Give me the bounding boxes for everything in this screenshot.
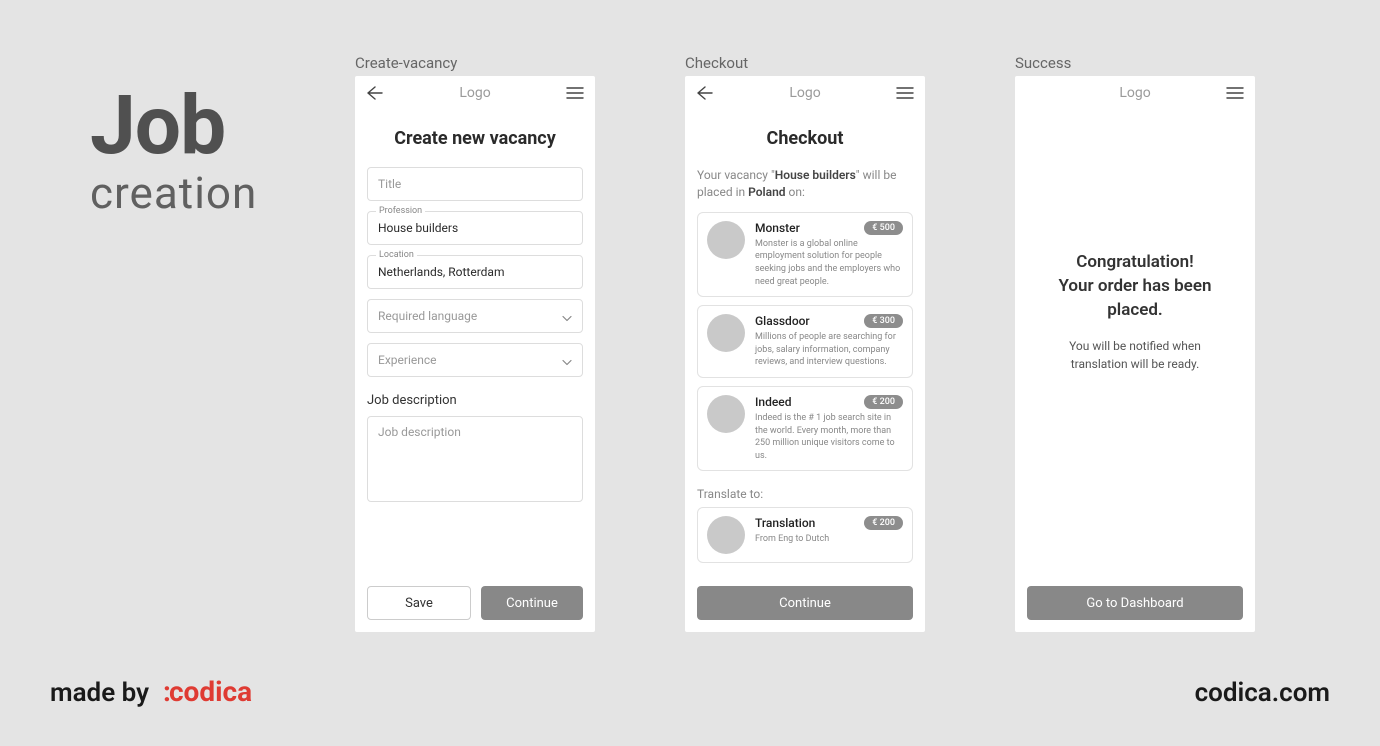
menu-icon[interactable] (565, 86, 585, 100)
job-description-placeholder: Job description (378, 425, 461, 439)
location-value: Netherlands, Rotterdam (378, 265, 505, 279)
codica-url: codica.com (1195, 678, 1330, 708)
screen-label-success: Success (1015, 54, 1255, 72)
title-placeholder: Title (378, 177, 401, 191)
phone-checkout: Logo Checkout Your vacancy "House builde… (685, 76, 925, 632)
made-by-label: made by (50, 678, 149, 708)
item-desc: Monster is a global online employment so… (755, 238, 903, 288)
price-badge: € 200 (864, 395, 903, 409)
page-title: Create new vacancy (367, 128, 583, 149)
job-description-label: Job description (367, 393, 583, 408)
location-field[interactable]: Location Netherlands, Rotterdam (367, 255, 583, 289)
avatar (707, 221, 745, 259)
title-field[interactable]: Title (367, 167, 583, 201)
save-button[interactable]: Save (367, 586, 471, 620)
back-icon[interactable] (365, 86, 385, 100)
language-placeholder: Required language (378, 309, 477, 323)
menu-icon[interactable] (1225, 86, 1245, 100)
item-title: Translation (755, 516, 815, 530)
logo-text: Logo (1119, 85, 1150, 101)
item-desc: Indeed is the # 1 job search site in the… (755, 412, 903, 462)
heading-line2: creation (90, 169, 257, 217)
avatar (707, 395, 745, 433)
back-icon[interactable] (695, 86, 715, 100)
heading-line1: Job (90, 85, 257, 167)
item-title: Monster (755, 221, 800, 235)
chevron-down-icon (562, 307, 572, 326)
checkout-item-translation[interactable]: Translation € 200 From Eng to Dutch (697, 507, 913, 563)
phone-create-vacancy: Logo Create new vacancy Title Profession… (355, 76, 595, 632)
translate-label: Translate to: (697, 487, 913, 501)
checkout-item-indeed[interactable]: Indeed € 200 Indeed is the # 1 job searc… (697, 386, 913, 471)
continue-button[interactable]: Continue (697, 586, 913, 620)
checkout-item-glassdoor[interactable]: Glassdoor € 300 Millions of people are s… (697, 305, 913, 378)
job-description-textarea[interactable]: Job description (367, 416, 583, 502)
logo-text: Logo (789, 85, 820, 101)
item-title: Glassdoor (755, 314, 810, 328)
price-badge: € 300 (864, 314, 903, 328)
experience-select[interactable]: Experience (367, 343, 583, 377)
price-badge: € 200 (864, 516, 903, 530)
phone-success: Logo Congratulation!Your order has been … (1015, 76, 1255, 632)
profession-value: House builders (378, 221, 458, 235)
item-desc: Millions of people are searching for job… (755, 331, 903, 369)
page-title: Checkout (697, 128, 913, 149)
screen-label-checkout: Checkout (685, 54, 925, 72)
experience-placeholder: Experience (378, 353, 437, 367)
profession-label: Profession (376, 206, 425, 216)
checkout-lead: Your vacancy "House builders" will be pl… (697, 167, 913, 202)
location-label: Location (376, 250, 417, 260)
codica-logo: :codica (163, 675, 252, 708)
avatar (707, 314, 745, 352)
item-desc: From Eng to Dutch (755, 533, 903, 546)
continue-button[interactable]: Continue (481, 586, 583, 620)
go-to-dashboard-button[interactable]: Go to Dashboard (1027, 586, 1243, 620)
avatar (707, 516, 745, 554)
success-title: Congratulation!Your order has been place… (1045, 251, 1225, 322)
menu-icon[interactable] (895, 86, 915, 100)
item-title: Indeed (755, 395, 791, 409)
chevron-down-icon (562, 351, 572, 370)
price-badge: € 500 (864, 221, 903, 235)
logo-text: Logo (459, 85, 490, 101)
profession-field[interactable]: Profession House builders (367, 211, 583, 245)
screen-label-create: Create-vacancy (355, 54, 595, 72)
success-subtext: You will be notified when translation wi… (1045, 337, 1225, 373)
language-select[interactable]: Required language (367, 299, 583, 333)
checkout-item-monster[interactable]: Monster € 500 Monster is a global online… (697, 212, 913, 297)
